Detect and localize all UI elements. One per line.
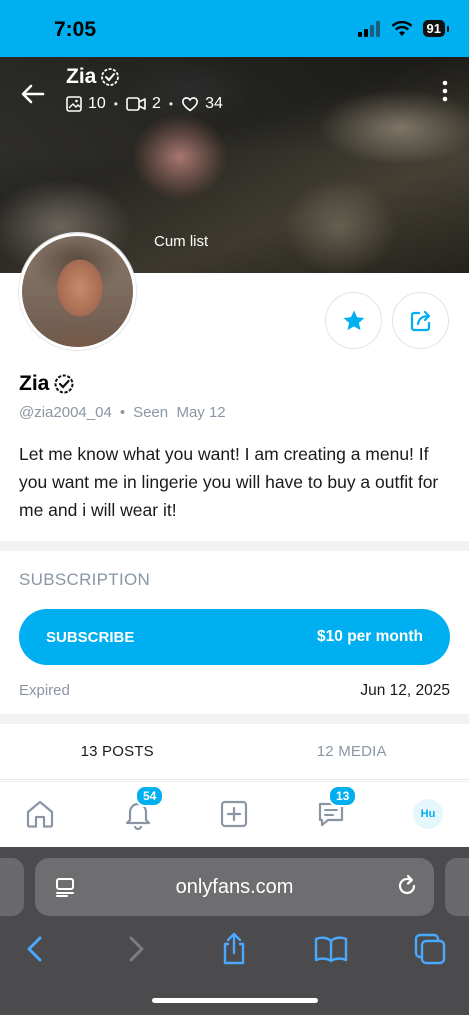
status-bar: 7:05 91: [0, 0, 469, 57]
like-count: 34: [181, 95, 223, 113]
browser-bookmarks-button[interactable]: [313, 931, 349, 967]
browser-back-button[interactable]: [17, 931, 53, 967]
share-icon: [410, 310, 430, 331]
browser-tabs-button[interactable]: [412, 931, 448, 967]
subscription-date: Jun 12, 2025: [360, 682, 450, 699]
bottom-navigation: 54 13 Hu: [0, 781, 469, 847]
status-indicators: 91: [357, 20, 450, 37]
url-text: onlyfans.com: [175, 875, 294, 898]
profile-name: Zia: [19, 372, 75, 396]
next-tab-peek[interactable]: [445, 858, 469, 916]
subscription-price: $10 per month: [317, 628, 423, 645]
photo-count: 10: [66, 95, 106, 113]
profile-avatar[interactable]: [19, 233, 136, 350]
browser-share-button[interactable]: [216, 931, 252, 967]
nav-home[interactable]: [22, 796, 58, 832]
battery-indicator: 91: [422, 20, 450, 37]
subscribe-button-label: SUBSCRIBE: [46, 628, 135, 646]
nav-add-post[interactable]: [216, 796, 252, 832]
notifications-badge: 54: [135, 785, 165, 807]
last-seen: Seen May 12: [133, 404, 226, 421]
tab-posts[interactable]: 13 POSTS: [0, 724, 235, 779]
share-sheet-icon: [223, 932, 245, 965]
reload-icon[interactable]: [394, 873, 420, 899]
nav-profile[interactable]: Hu: [410, 796, 446, 832]
back-arrow-icon[interactable]: [18, 79, 48, 109]
wifi-icon: [391, 20, 412, 36]
messages-badge: 13: [328, 785, 358, 807]
video-count-value: 2: [152, 95, 161, 112]
subscribe-button[interactable]: SUBSCRIBE $10 per month: [19, 609, 450, 665]
profile-handle: @zia2004_04: [19, 404, 112, 421]
profile-name-text: Zia: [19, 372, 50, 395]
verified-icon: [54, 374, 74, 394]
home-icon: [26, 800, 54, 828]
profile-tabs: 13 POSTS 12 MEDIA: [0, 724, 469, 780]
cellular-signal-icon: [357, 20, 380, 37]
separator-dot: •: [119, 404, 126, 421]
photo-count-value: 10: [88, 95, 106, 112]
favorite-button[interactable]: [325, 292, 382, 349]
cover-stats: 10 • 2 • 34: [66, 95, 223, 113]
address-bar[interactable]: onlyfans.com: [35, 858, 434, 916]
heart-icon: [182, 97, 199, 112]
cover-caption: Cum list: [154, 233, 209, 250]
browser-forward-button[interactable]: [118, 931, 154, 967]
section-divider: [0, 541, 469, 551]
chevron-right-icon: [129, 936, 144, 962]
video-count: 2: [126, 95, 161, 113]
more-vertical-icon[interactable]: [441, 79, 449, 103]
status-time: 7:05: [54, 18, 97, 41]
home-indicator: [152, 998, 318, 1003]
cover-name-text: Zia: [66, 65, 97, 88]
chevron-left-icon: [27, 936, 42, 962]
previous-tab-peek[interactable]: [0, 858, 24, 916]
separator-dot: •: [168, 97, 174, 111]
verified-icon: [101, 68, 120, 86]
profile-meta: @zia2004_04 • Seen May 12: [19, 404, 226, 421]
subscription-heading: SUBSCRIPTION: [19, 570, 151, 589]
nav-notifications[interactable]: 54: [120, 785, 165, 832]
profile-bio: Let me know what you want! I am creating…: [19, 444, 439, 520]
share-button[interactable]: [392, 292, 449, 349]
star-icon: [343, 310, 364, 330]
video-icon: [126, 97, 146, 111]
image-icon: [66, 96, 82, 112]
reader-icon[interactable]: [53, 875, 77, 899]
cover-title: Zia: [66, 65, 120, 89]
browser-chrome: onlyfans.com: [0, 847, 469, 1015]
like-count-value: 34: [205, 95, 223, 112]
add-post-icon: [220, 800, 248, 828]
section-divider: [0, 714, 469, 724]
nav-messages[interactable]: 13: [313, 785, 358, 832]
separator-dot: •: [113, 97, 118, 111]
subscription-status: Expired: [19, 682, 70, 699]
user-avatar: Hu: [413, 799, 443, 829]
bookmarks-icon: [314, 936, 348, 963]
tabs-icon: [414, 933, 446, 965]
tab-media[interactable]: 12 MEDIA: [235, 724, 469, 779]
